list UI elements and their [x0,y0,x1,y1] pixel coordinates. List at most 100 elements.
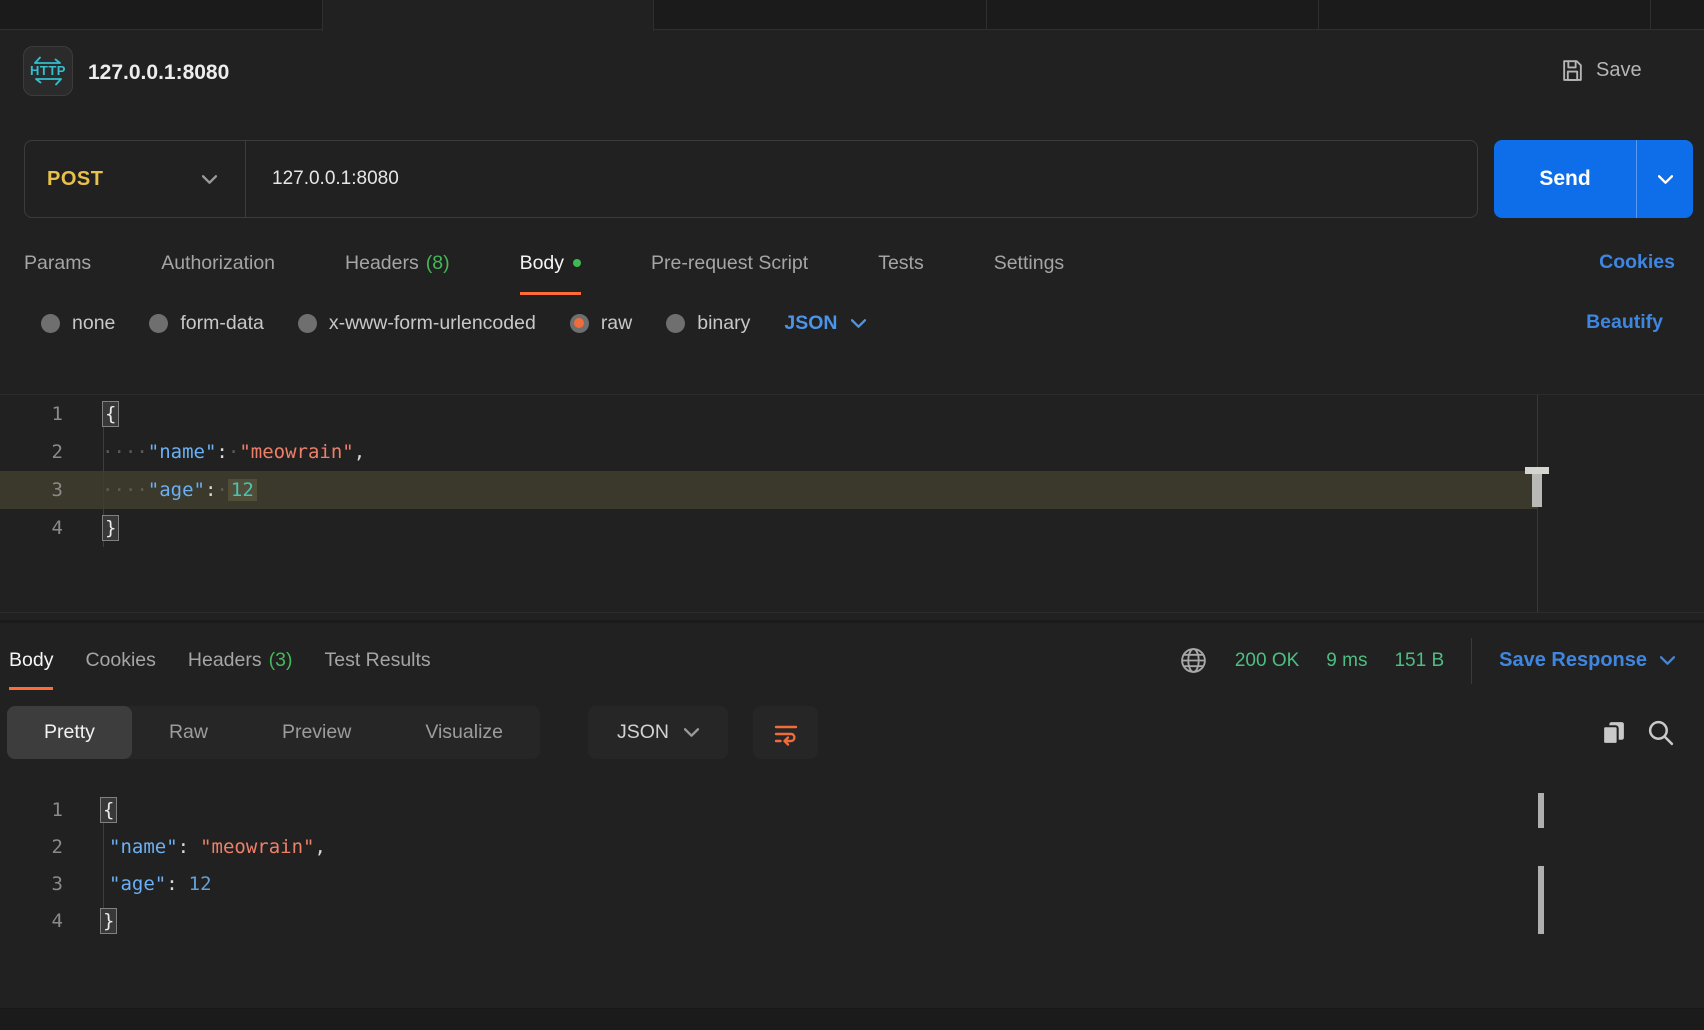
tab-pre-request-script[interactable]: Pre-request Script [651,231,808,295]
response-time[interactable]: 9 ms [1326,650,1367,672]
code-line: 2 "name":"meowrain", [0,828,326,865]
tab-body[interactable]: Body [520,231,581,295]
view-preview[interactable]: Preview [245,706,388,759]
active-tab-underline [520,292,581,295]
status-code[interactable]: 200 OK [1235,650,1299,672]
chevron-down-icon [684,728,699,737]
tab-label: Headers [188,649,262,672]
tab-headers[interactable]: Headers (8) [345,231,450,295]
body-modified-dot [573,259,581,267]
request-title: 127.0.0.1:8080 [88,61,229,85]
line-number: 4 [0,910,63,932]
radio-icon[interactable] [666,314,685,333]
tab-settings[interactable]: Settings [994,231,1064,295]
line-number: 1 [0,403,63,425]
tab-authorization[interactable]: Authorization [161,231,275,295]
view-visualize[interactable]: Visualize [388,706,540,759]
view-raw[interactable]: Raw [132,706,245,759]
scrollbar-marker[interactable] [1538,866,1544,934]
json-key: "name" [148,441,217,463]
json-key: "age" [148,479,205,501]
chevron-down-icon [851,319,866,328]
whitespace-dots: ···· [102,479,148,501]
radio-icon[interactable] [298,314,317,333]
divider [245,141,246,217]
request-body-editor[interactable]: 1 { 2 ····"name":·"meowrain", 3 ····"age… [0,395,1704,612]
mode-label: none [72,312,115,335]
wrap-lines-button[interactable] [753,706,818,759]
mode-form-data[interactable]: form-data [149,312,263,335]
active-tab-underline [9,687,53,690]
response-size[interactable]: 151 B [1394,650,1444,672]
mode-binary[interactable]: binary [666,312,750,335]
code-line: 1 { [0,791,117,828]
tab-label: Authorization [161,252,275,275]
response-language-dropdown[interactable]: JSON [588,706,728,759]
save-response-button[interactable]: Save Response [1499,649,1675,672]
scrollbar-marker[interactable] [1538,793,1544,828]
mode-x-www-form-urlencoded[interactable]: x-www-form-urlencoded [298,312,536,335]
copy-response-button[interactable] [1600,719,1627,751]
radio-selected-icon[interactable] [570,314,589,333]
beautify-link[interactable]: Beautify [1586,311,1663,334]
search-response-button[interactable] [1646,718,1675,747]
active-request-tab[interactable] [322,0,654,31]
comma: , [354,441,365,463]
whitespace-dots: ···· [102,441,148,463]
tab-divider [1318,0,1319,30]
radio-icon[interactable] [149,314,168,333]
tab-response-headers[interactable]: Headers (3) [188,631,293,690]
mode-label: raw [601,312,632,335]
json-string-value: "meowrain" [239,441,353,463]
send-options-caret[interactable] [1637,140,1693,218]
copy-icon [1600,719,1627,746]
headers-count-badge: (8) [426,252,450,275]
tab-params[interactable]: Params [24,231,91,295]
chevron-down-icon [202,175,217,184]
request-url-bar: POST 127.0.0.1:8080 [24,140,1478,218]
save-button[interactable]: Save [1560,58,1642,83]
mode-none[interactable]: none [41,312,115,335]
http-method-icon: HTTP [23,46,73,96]
scrollbar-thumb[interactable] [1532,474,1542,507]
arrow-left-icon [33,78,63,86]
tab-response-body[interactable]: Body [9,631,53,690]
response-body-viewer[interactable]: 1 { 2 "name":"meowrain", 3 "age":12 4 } [0,780,1704,1008]
colon: : [178,836,189,858]
mode-label: form-data [180,312,263,335]
send-button[interactable]: Send [1494,140,1693,218]
line-number: 1 [0,799,63,821]
code-line: 4 } [0,509,119,547]
tab-tests[interactable]: Tests [878,231,924,295]
body-mode-row: none form-data x-www-form-urlencoded raw… [41,300,866,346]
mode-raw[interactable]: raw [570,312,632,335]
search-icon [1646,718,1675,747]
mode-label: binary [697,312,750,335]
tab-label: Body [520,252,564,275]
language-value: JSON [617,721,669,744]
method-dropdown[interactable]: POST [25,141,245,217]
line-number: 4 [0,517,63,539]
cookies-link[interactable]: Cookies [1599,251,1675,274]
comma: , [314,836,325,858]
tab-response-cookies[interactable]: Cookies [85,631,155,690]
open-brace: { [100,797,117,823]
line-number: 2 [0,836,63,858]
line-number: 3 [0,479,63,501]
tab-label: Cookies [85,649,155,672]
line-number: 2 [0,441,63,463]
send-label[interactable]: Send [1494,140,1636,218]
bottom-status-strip [0,1008,1704,1030]
tab-label: Settings [994,252,1064,275]
close-brace: } [100,908,117,934]
tab-test-results[interactable]: Test Results [324,631,430,690]
radio-icon[interactable] [41,314,60,333]
pane-splitter[interactable] [0,620,1704,623]
segment-label: Preview [282,721,351,744]
url-input[interactable]: 127.0.0.1:8080 [272,168,399,190]
language-dropdown[interactable]: JSON [784,312,866,335]
view-pretty[interactable]: Pretty [7,706,132,759]
tab-label: Params [24,252,91,275]
code-line: 4 } [0,902,117,939]
json-key: "name" [109,836,178,858]
